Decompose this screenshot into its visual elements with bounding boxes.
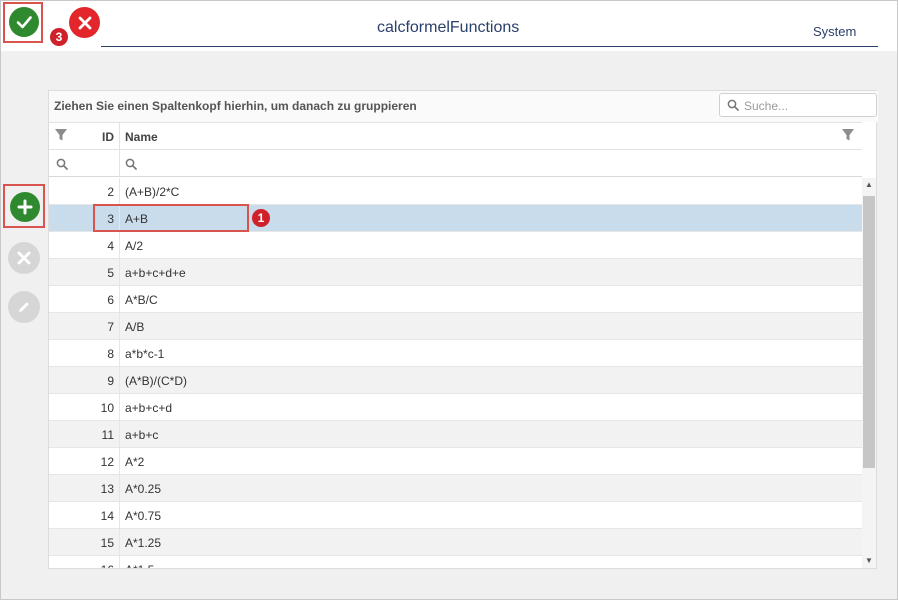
confirm-highlight	[3, 2, 43, 43]
cell-name: a+b+c+d	[125, 401, 173, 415]
check-icon	[16, 16, 32, 29]
add-button[interactable]	[10, 192, 40, 222]
cancel-button[interactable]	[69, 7, 100, 38]
cell-id: 13	[100, 482, 114, 496]
vertical-scrollbar[interactable]: ▲ ▼	[862, 178, 876, 568]
pencil-icon	[19, 302, 29, 312]
cell-id: 10	[100, 401, 114, 415]
column-divider	[119, 394, 120, 420]
search-icon[interactable]	[125, 158, 137, 170]
filter-icon[interactable]	[841, 128, 855, 142]
column-header-name[interactable]: Name	[125, 130, 158, 144]
cell-name: a+b+c+d+e	[125, 266, 186, 280]
cell-id: 6	[107, 293, 114, 307]
cell-name: A*0.25	[125, 482, 162, 496]
cell-id: 11	[101, 428, 114, 442]
add-highlight	[3, 184, 45, 228]
edit-button[interactable]	[8, 291, 40, 323]
page-title: calcformelFunctions	[377, 19, 520, 36]
column-header-id[interactable]: ID	[89, 130, 114, 144]
cell-id: 2	[107, 185, 114, 199]
system-tab[interactable]: System	[813, 24, 856, 39]
table-row[interactable]: 6 A*B/C	[49, 286, 862, 313]
column-divider	[119, 150, 120, 176]
search-icon[interactable]	[56, 158, 68, 170]
scroll-up-arrow-icon[interactable]: ▲	[862, 178, 876, 192]
column-divider	[119, 475, 120, 501]
table-row[interactable]: 9 (A*B)/(C*D)	[49, 367, 862, 394]
cell-id: 4	[107, 239, 114, 253]
column-divider	[119, 232, 120, 258]
table-row[interactable]: 11 a+b+c	[49, 421, 862, 448]
table-row[interactable]: 13 A*0.25	[49, 475, 862, 502]
filter-row	[49, 150, 862, 177]
column-divider	[119, 529, 120, 555]
cell-name: A*B/C	[125, 293, 158, 307]
cell-id: 7	[107, 320, 114, 334]
cell-id: 15	[100, 536, 114, 550]
cell-name: A/2	[125, 239, 144, 253]
cell-name: (A*B)/(C*D)	[125, 374, 187, 388]
column-divider	[119, 448, 120, 474]
column-divider	[119, 178, 120, 204]
cell-id: 5	[107, 266, 114, 280]
table-row[interactable]: 15 A*1.25	[49, 529, 862, 556]
table-row[interactable]: 2 (A+B)/2*C	[49, 178, 862, 205]
column-divider	[119, 556, 120, 568]
annotation-badge-1: 1	[252, 209, 270, 227]
scroll-down-arrow-icon[interactable]: ▼	[862, 554, 876, 568]
column-divider	[119, 313, 120, 339]
close-icon	[17, 251, 31, 265]
app-window: 3 calcformelFunctions System 2 Ziehen Si…	[0, 0, 898, 600]
search-input[interactable]: Suche...	[719, 93, 877, 117]
column-divider	[119, 259, 120, 285]
cell-id: 16	[89, 563, 114, 568]
column-divider	[119, 340, 120, 366]
delete-button[interactable]	[8, 242, 40, 274]
cell-id: 14	[100, 509, 114, 523]
column-divider	[119, 286, 120, 312]
table-row[interactable]: 16 A*1.5	[49, 556, 862, 568]
column-header-row: ID Name	[49, 122, 862, 150]
filter-icon[interactable]	[54, 128, 68, 142]
cell-name: a+b+c	[125, 428, 159, 442]
table-row[interactable]: 7 A/B	[49, 313, 862, 340]
confirm-button[interactable]	[9, 7, 39, 37]
table-row[interactable]: 4 A/2	[49, 232, 862, 259]
table-row[interactable]: 10 a+b+c+d	[49, 394, 862, 421]
table-row[interactable]: 8 a*b*c-1	[49, 340, 862, 367]
column-divider	[119, 123, 120, 149]
cell-name: (A+B)/2*C	[125, 185, 180, 199]
selection-highlight	[93, 204, 249, 232]
cell-name: a*b*c-1	[125, 347, 165, 361]
column-divider	[119, 502, 120, 528]
search-icon	[727, 99, 739, 111]
column-divider	[119, 421, 120, 447]
table-row[interactable]: 5 a+b+c+d+e	[49, 259, 862, 286]
group-hint: Ziehen Sie einen Spaltenkopf hierhin, um…	[54, 99, 417, 113]
group-panel[interactable]: Ziehen Sie einen Spaltenkopf hierhin, um…	[49, 91, 878, 122]
cell-id: 12	[100, 455, 114, 469]
search-placeholder: Suche...	[744, 99, 789, 113]
cell-id: 9	[107, 374, 114, 388]
table-row[interactable]: 14 A*0.75	[49, 502, 862, 529]
cell-name: A*2	[125, 455, 145, 469]
grid-rows: 2 (A+B)/2*C 3 A+B 4 A/2 5 a+b+c+d+e 6 A*B/C 7 A/B 8 a…	[49, 178, 862, 568]
close-icon	[78, 16, 91, 29]
column-divider	[119, 367, 120, 393]
cell-name: A*0.75	[125, 509, 162, 523]
scroll-thumb[interactable]	[863, 196, 875, 468]
cell-name: A*1.25	[125, 536, 162, 550]
plus-icon	[17, 199, 33, 215]
top-toolbar: 3 calcformelFunctions System	[1, 1, 897, 51]
cell-id: 8	[107, 347, 114, 361]
functions-grid: Ziehen Sie einen Spaltenkopf hierhin, um…	[48, 90, 878, 569]
annotation-badge-3: 3	[50, 28, 68, 46]
cell-name: A/B	[125, 320, 145, 334]
table-row[interactable]: 12 A*2	[49, 448, 862, 475]
title-divider	[101, 46, 878, 47]
cell-name: A*1.5	[125, 563, 154, 568]
